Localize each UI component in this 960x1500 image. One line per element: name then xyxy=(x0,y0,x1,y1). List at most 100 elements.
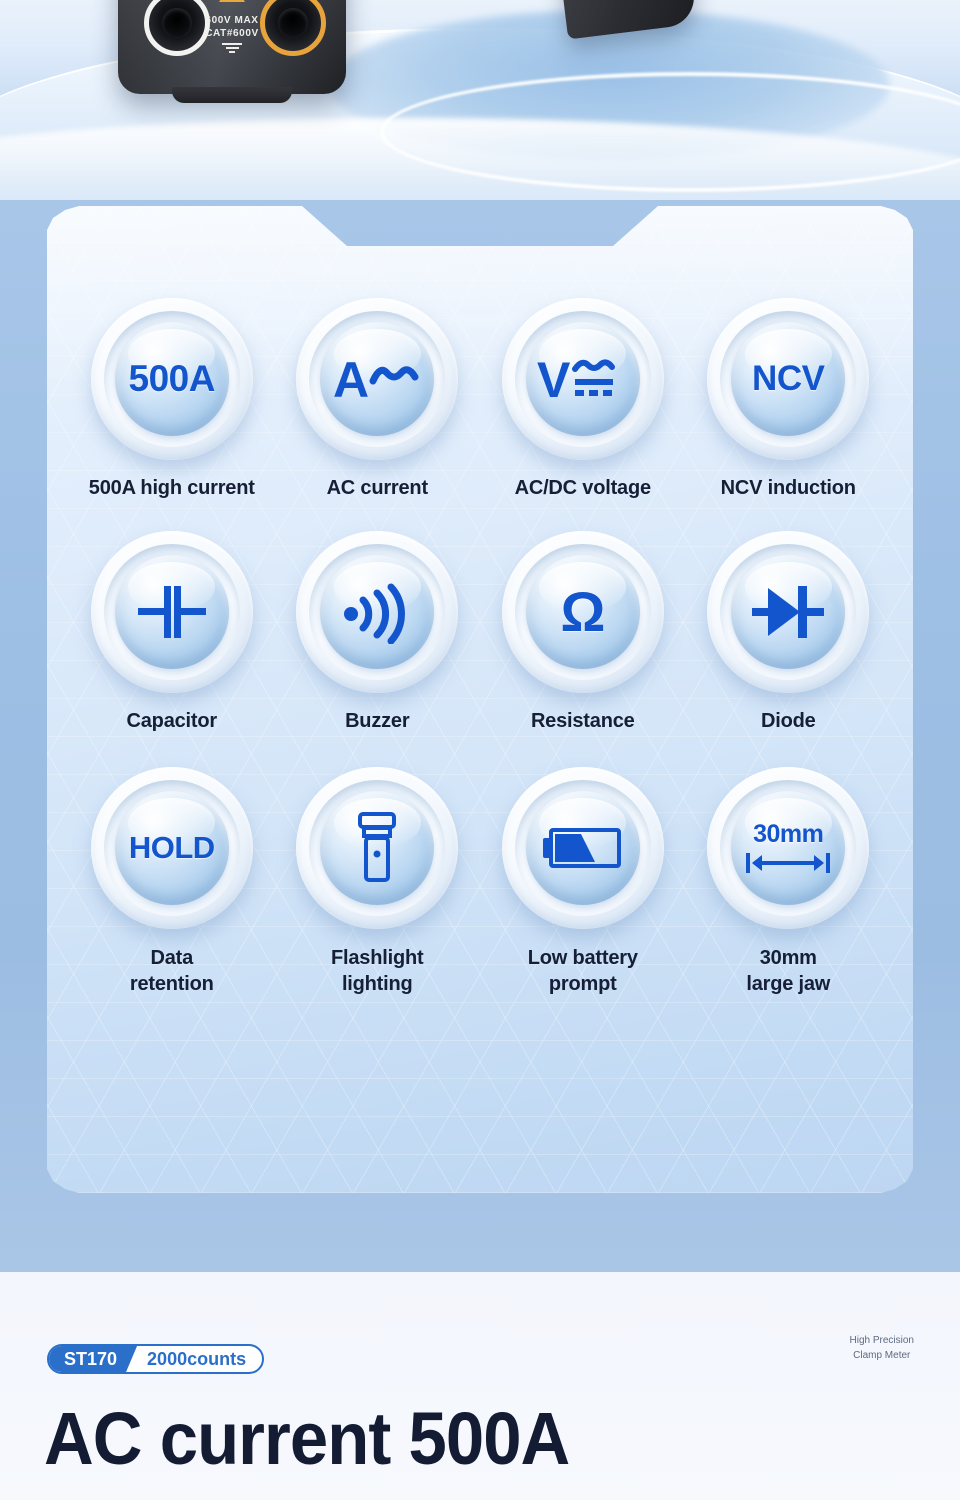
capacitor-icon xyxy=(115,555,229,669)
flashlight-icon xyxy=(320,791,434,905)
ncv-icon: NCV xyxy=(731,322,845,436)
500a-current-icon: 500A xyxy=(115,322,229,436)
product-tagline: High Precision Clamp Meter xyxy=(850,1334,914,1363)
feature-button[interactable] xyxy=(707,531,870,694)
feature-label: NCV induction xyxy=(720,477,856,499)
feature-capacitor[interactable]: Capacitor xyxy=(69,531,275,734)
feature-label: Data retention xyxy=(129,946,214,996)
feature-label: Resistance xyxy=(530,710,635,733)
feature-button[interactable] xyxy=(501,766,664,929)
feature-row: HOLD Data retention Flashlight lighting … xyxy=(69,766,892,998)
svg-text:A: A xyxy=(333,352,369,408)
warning-triangle-icon xyxy=(219,0,245,2)
tagline-line2: Clamp Meter xyxy=(853,1349,911,1361)
glyph-label: 30mm xyxy=(753,820,824,849)
button-ring: 500A xyxy=(103,311,240,447)
button-ring: A xyxy=(309,311,446,447)
button-ring: HOLD xyxy=(103,779,240,916)
button-dome xyxy=(525,790,640,905)
button-dome xyxy=(731,555,846,670)
buzzer-icon xyxy=(320,555,434,669)
feature-label: Low battery prompt xyxy=(527,946,638,996)
feature-data-retention[interactable]: HOLD Data retention xyxy=(69,766,275,998)
voltage-rating-line2: CAT#600V xyxy=(205,28,259,39)
glyph-label: 500A xyxy=(128,358,216,399)
button-dome xyxy=(114,555,229,670)
feature-button[interactable]: HOLD xyxy=(90,766,253,929)
feature-ncv-induction[interactable]: NCV NCV induction xyxy=(686,298,892,501)
button-dome: 30mm xyxy=(731,790,846,905)
feature-label: AC/DC voltage xyxy=(514,477,652,499)
clamp-meter-body: 600V MAX CAT#600V xyxy=(118,0,346,103)
feature-500a-high-current[interactable]: 500A 500A high current xyxy=(69,298,275,501)
feature-button[interactable]: A xyxy=(296,298,459,460)
feature-button[interactable]: NCV xyxy=(707,298,870,460)
button-ring xyxy=(720,544,857,681)
badge-model-label: ST170 xyxy=(49,1346,137,1372)
feature-buzzer[interactable]: Buzzer xyxy=(275,531,481,734)
page-headline: AC current 500A xyxy=(44,1397,570,1480)
feature-diode[interactable]: Diode xyxy=(686,531,892,734)
resistance-ohm-icon: Ω xyxy=(526,555,640,669)
feature-row: 500A 500A high current A AC current V AC… xyxy=(69,298,891,501)
feature-jaw-size[interactable]: 30mm 30mm large jaw xyxy=(686,766,892,998)
features-grid: 500A 500A high current A AC current V AC… xyxy=(47,206,913,1193)
button-ring xyxy=(103,544,240,681)
model-badge: ST170 2000counts xyxy=(47,1344,265,1374)
feature-button[interactable]: Ω xyxy=(501,531,664,694)
button-dome: V xyxy=(525,322,640,436)
tagline-line1: High Precision xyxy=(849,1335,914,1346)
button-ring xyxy=(309,779,446,916)
pedestal-highlight-ring xyxy=(380,72,960,192)
button-dome: NCV xyxy=(731,322,846,436)
button-ring: 30mm xyxy=(720,779,857,916)
feature-label: 500A high current xyxy=(88,477,255,499)
button-dome: Ω xyxy=(525,555,640,670)
bottom-section: ST170 2000counts High Precision Clamp Me… xyxy=(0,1272,960,1500)
ac-current-icon: A xyxy=(320,322,434,436)
feature-label: Capacitor xyxy=(126,710,218,733)
button-dome: A xyxy=(320,322,435,436)
feature-button[interactable]: 500A xyxy=(90,298,253,460)
feature-resistance[interactable]: Ω Resistance xyxy=(480,531,686,734)
data-hold-icon: HOLD xyxy=(115,791,229,905)
product-probe-body xyxy=(552,0,698,40)
button-ring: NCV xyxy=(720,311,857,447)
feature-button[interactable] xyxy=(296,766,459,929)
button-dome: 500A xyxy=(114,322,229,436)
feature-ac-current[interactable]: A AC current xyxy=(275,298,481,501)
jaw-size-icon: 30mm xyxy=(731,791,845,905)
earth-ground-icon xyxy=(222,43,242,56)
feature-ac-dc-voltage[interactable]: V AC/DC voltage xyxy=(480,298,686,501)
features-section: 500A 500A high current A AC current V AC… xyxy=(0,200,960,1272)
feature-button[interactable]: V xyxy=(501,298,664,460)
feature-row: Capacitor Buzzer Ω Resistance Diode xyxy=(69,531,891,734)
voltage-rating-line1: 600V MAX xyxy=(205,15,259,26)
glyph-label: NCV xyxy=(752,359,825,398)
feature-label: Diode xyxy=(760,710,816,733)
pedestal-sheen xyxy=(0,118,960,200)
feature-button[interactable] xyxy=(296,531,459,694)
feature-label: Flashlight lighting xyxy=(331,946,424,996)
feature-button[interactable] xyxy=(90,531,253,694)
button-ring xyxy=(514,779,651,916)
low-battery-icon xyxy=(526,791,640,905)
button-dome xyxy=(320,555,435,670)
button-ring xyxy=(309,544,446,681)
button-ring: Ω xyxy=(514,544,651,681)
feature-label: Buzzer xyxy=(345,710,410,733)
button-dome xyxy=(320,790,435,905)
svg-text:V: V xyxy=(537,352,571,408)
badge-counts-label: 2000counts xyxy=(147,1348,247,1369)
diode-icon xyxy=(731,555,845,669)
glyph-label: HOLD xyxy=(128,829,215,865)
glyph-label: Ω xyxy=(560,580,606,644)
ac-dc-voltage-icon: V xyxy=(526,322,640,436)
feature-low-battery[interactable]: Low battery prompt xyxy=(480,766,686,998)
feature-flashlight[interactable]: Flashlight lighting xyxy=(275,766,481,998)
meter-foot xyxy=(172,87,292,103)
feature-button[interactable]: 30mm xyxy=(707,766,870,929)
button-ring: V xyxy=(514,311,651,447)
feature-label: 30mm large jaw xyxy=(746,946,831,996)
button-dome: HOLD xyxy=(114,790,229,905)
